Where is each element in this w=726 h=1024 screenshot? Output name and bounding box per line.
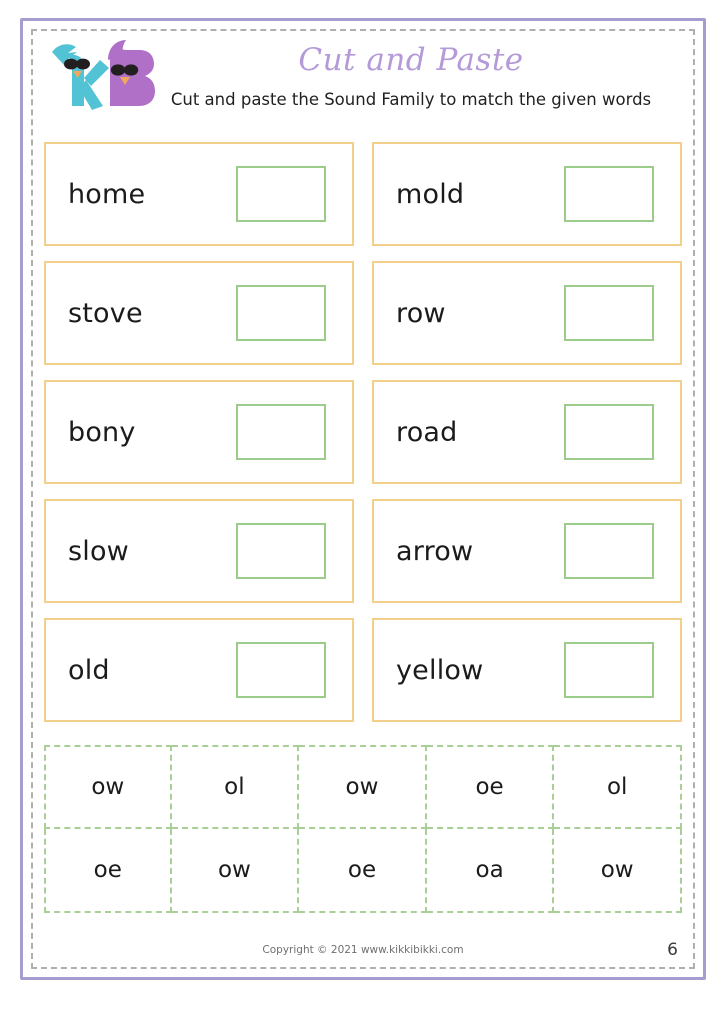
word-label: row [396, 297, 446, 329]
cutout-tile[interactable]: ow [171, 829, 300, 913]
answer-box[interactable] [236, 523, 326, 579]
word-card[interactable]: arrow [372, 499, 682, 603]
word-label: yellow [396, 654, 484, 686]
word-label: road [396, 416, 458, 448]
answer-box[interactable] [236, 404, 326, 460]
cutout-tile[interactable]: oe [299, 829, 427, 913]
word-card[interactable]: yellow [372, 618, 682, 722]
word-card[interactable]: row [372, 261, 682, 365]
copyright-text: Copyright © 2021 www.kikkibikki.com [262, 944, 464, 956]
answer-box[interactable] [236, 642, 326, 698]
word-label: stove [68, 297, 143, 329]
answer-box[interactable] [564, 404, 654, 460]
answer-box[interactable] [564, 166, 654, 222]
cutout-tile[interactable]: oa [426, 829, 555, 913]
cutout-tile[interactable]: ol [171, 745, 300, 829]
cutout-tile[interactable]: oe [426, 745, 555, 829]
word-card[interactable]: old [44, 618, 354, 722]
word-label: arrow [396, 535, 474, 567]
word-card[interactable]: mold [372, 142, 682, 246]
worksheet-page: Cut and Paste Cut and paste the Sound Fa… [0, 0, 726, 1024]
answer-box[interactable] [236, 166, 326, 222]
cutout-tile[interactable]: ol [554, 745, 682, 829]
word-card[interactable]: stove [44, 261, 354, 365]
word-label: slow [68, 535, 129, 567]
word-label: old [68, 654, 110, 686]
answer-box[interactable] [564, 285, 654, 341]
cutout-tile[interactable]: ow [44, 745, 172, 829]
answer-box[interactable] [236, 285, 326, 341]
word-label: bony [68, 416, 136, 448]
word-card-grid: home mold stove row bony road slow arrow… [44, 142, 682, 722]
word-card[interactable]: home [44, 142, 354, 246]
word-label: mold [396, 178, 465, 210]
page-title: Cut and Paste [298, 42, 524, 78]
answer-box[interactable] [564, 642, 654, 698]
word-label: home [68, 178, 146, 210]
word-card[interactable]: slow [44, 499, 354, 603]
cutout-tile-grid: ow ol ow oe ol oe ow oe oa ow [44, 745, 682, 913]
page-subtitle: Cut and paste the Sound Family to match … [170, 90, 652, 109]
cutout-tile[interactable]: oe [44, 829, 172, 913]
cutout-tile[interactable]: ow [299, 745, 427, 829]
word-card[interactable]: bony [44, 380, 354, 484]
answer-box[interactable] [564, 523, 654, 579]
worksheet-content: Cut and Paste Cut and paste the Sound Fa… [44, 36, 682, 962]
worksheet-header: Cut and Paste Cut and paste the Sound Fa… [44, 36, 682, 140]
cutout-tile[interactable]: ow [554, 829, 682, 913]
word-card[interactable]: road [372, 380, 682, 484]
page-number: 6 [667, 940, 678, 960]
